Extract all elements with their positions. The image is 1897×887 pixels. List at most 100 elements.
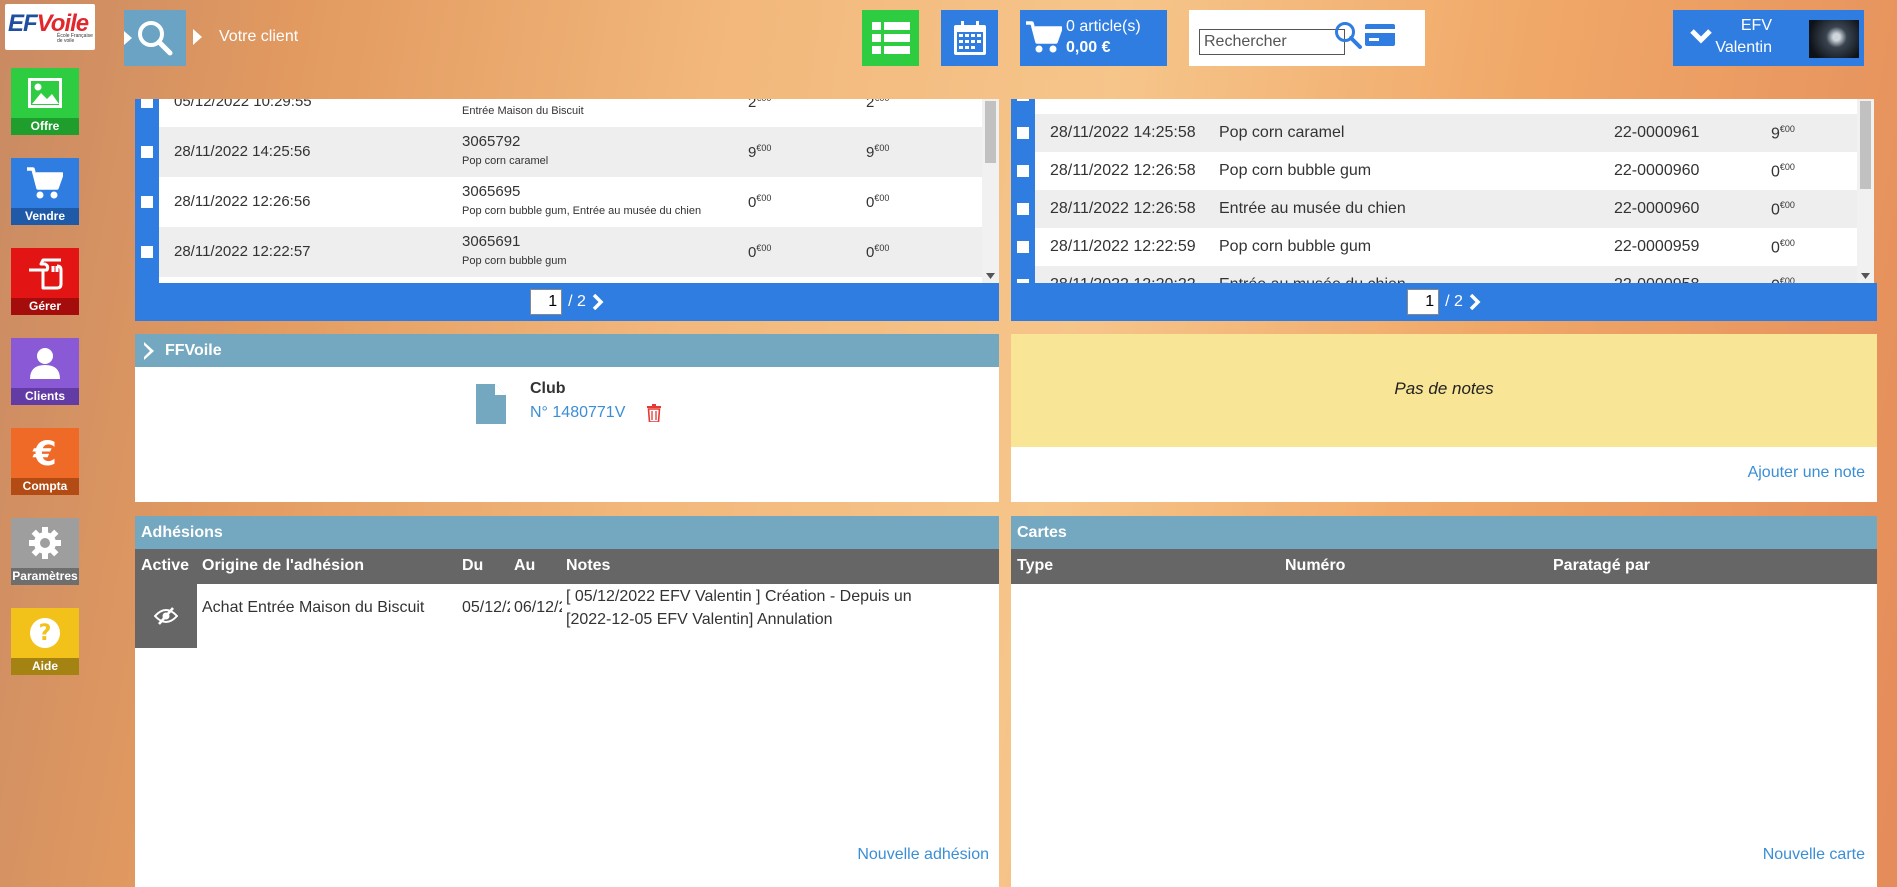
ticket-row[interactable]: 28/11/2022 12:26:58 Entrée au musée du ch… [1011,190,1857,228]
sidebar-item-vendre[interactable]: Vendre [11,158,79,225]
orders-page-input[interactable] [530,289,563,315]
row-checkbox[interactable] [1011,152,1035,190]
sidebar-item-offre[interactable]: Offre [11,68,79,135]
calendar-button[interactable] [941,10,998,66]
add-note-link[interactable]: Ajouter une note [1748,464,1865,482]
col-notes: Notes [566,557,611,574]
search-input[interactable] [1199,29,1345,55]
svg-text:€: € [32,436,57,470]
logo-subtitle: École Française de voile [57,33,93,44]
orders-page-total: / 2 [568,293,586,310]
sidebar-item-gérer[interactable]: Gérer [11,248,79,315]
row-checkbox[interactable] [135,99,159,127]
row-checkbox[interactable] [1011,99,1035,114]
tickets-page-input[interactable] [1407,289,1440,315]
row-checkbox[interactable] [1011,266,1035,283]
svg-text:?: ? [39,621,52,646]
orders-scrollbar[interactable] [982,99,999,283]
sidebar-item-label: Clients [11,388,79,405]
ticket-ref: 22-0000960 [1614,162,1700,179]
ticket-row[interactable]: 28/11/2022 14:25:58 Pop corn caramel 22-00… [1011,114,1857,152]
order-row[interactable]: 05/12/2022 10:29:55 Entrée Maison du Bisc… [135,99,982,127]
sidebar-item-label: Vendre [11,208,79,225]
sidebar-item-paramètres[interactable]: Paramètres [11,518,79,585]
breadcrumb-arrow-icon [193,29,202,45]
visibility-toggle[interactable] [135,584,197,648]
adhesion-note-1: [ 05/12/2022 EFV Valentin ] Création - D… [566,588,912,605]
license-number[interactable]: N° 1480771V [530,404,625,422]
order-detail: Pop corn caramel [462,155,549,167]
order-amount-paid: 0€00 [866,243,890,261]
row-checkbox[interactable] [1011,114,1035,152]
order-date: 28/11/2022 12:22:57 [174,243,311,260]
order-amount-paid: 2€00 [866,99,889,111]
adhesion-from: 05/12/2 [462,599,510,616]
search-icon[interactable] [1333,20,1363,50]
order-number: 3065695 [462,183,521,200]
calendar-icon [953,21,986,55]
tickets-scrollbar[interactable] [1857,99,1874,283]
ffvoile-title: FFVoile [165,342,222,359]
eye-slash-icon [154,607,178,625]
order-amount: 9€00 [748,143,772,161]
sidebar-item-label: Offre [11,118,79,135]
client-search-button[interactable] [124,10,186,66]
chevron-right-icon[interactable] [1469,294,1481,310]
sidebar-item-label: Aide [11,658,79,675]
ticket-ref: 22-0000961 [1614,124,1700,141]
tickets-page-total: / 2 [1445,293,1463,310]
sidebar-item-label: Paramètres [11,568,79,585]
ticket-row[interactable]: 28/11/2022 12:20:22 Entrée au musée du ch… [1011,266,1857,283]
ticket-ref: 22-0000959 [1614,238,1700,255]
row-checkbox[interactable] [135,177,159,227]
list-view-button[interactable] [862,10,919,66]
new-card-link[interactable]: Nouvelle carte [1763,846,1865,864]
order-detail: Entrée Maison du Biscuit [462,105,584,117]
sidebar-item-aide[interactable]: ? Aide [11,608,79,675]
row-checkbox[interactable] [135,227,159,277]
adhesions-panel: Adhésions Active Origine de l'adhésion D… [135,516,999,887]
global-search [1189,10,1425,66]
order-number: 3065792 [462,133,521,150]
tickets-list: 28/11/2022 14:25:58 Pop corn caramel 22-00… [1011,99,1857,283]
chevron-right-icon[interactable] [592,294,604,310]
cartes-header: Cartes [1011,516,1877,549]
ticket-ref: 22-0000958 [1614,276,1699,283]
app-logo[interactable]: EFVoile École Française de voile [5,4,95,50]
notes-panel: Pas de notes Ajouter une note [1011,334,1877,502]
row-checkbox[interactable] [135,127,159,177]
new-adhesion-link[interactable]: Nouvelle adhésion [857,846,989,864]
row-checkbox[interactable] [1011,228,1035,266]
sidebar-item-label: Gérer [11,298,79,315]
cart-button[interactable]: 0 article(s) 0,00 € [1020,10,1167,66]
order-row[interactable]: 28/11/2022 12:22:57 3065691 Pop corn bubbl… [135,227,982,277]
sidebar-item-label: Compta [11,478,79,495]
ffvoile-header[interactable]: FFVoile [135,334,999,367]
trash-icon[interactable] [647,404,661,422]
row-checkbox[interactable] [1011,190,1035,228]
ticket-date: 28/11/2022 12:20:22 [1050,276,1196,283]
order-date: 28/11/2022 12:26:56 [174,193,311,210]
ticket-amount: 0€00 [1771,162,1795,181]
adhesion-origin: Achat Entrée Maison du Biscuit [202,599,425,616]
order-amount-paid: 0€00 [866,193,890,211]
user-menu[interactable]: EFV Valentin [1673,10,1864,66]
breadcrumb[interactable]: Votre client [219,28,298,46]
sidebar-item-compta[interactable]: € Compta [11,428,79,495]
order-row[interactable]: 28/11/2022 14:25:56 3065792 Pop corn caram… [135,127,982,177]
order-row[interactable]: 28/11/2022 12:26:56 3065695 Pop corn bubbl… [135,177,982,227]
ticket-row[interactable]: 28/11/2022 12:22:59 Pop corn bubble gum 22… [1011,228,1857,266]
order-amount-paid: 9€00 [866,143,890,161]
ffvoile-panel: FFVoile Club N° 1480771V [135,334,999,502]
ticket-row[interactable]: 28/11/2022 12:26:58 Pop corn bubble gum 22… [1011,152,1857,190]
sidebar-item-clients[interactable]: Clients [11,338,79,405]
orders-panel: 05/12/2022 10:29:55 Entrée Maison du Bisc… [135,99,999,322]
credit-card-icon[interactable] [1365,24,1395,46]
ticket-row[interactable] [1011,99,1857,114]
avatar [1809,20,1859,58]
scroll-down-icon[interactable] [986,273,995,279]
scroll-down-icon[interactable] [1861,273,1870,279]
user-icon [11,338,79,388]
ticket-amount: 0€00 [1771,238,1795,257]
order-detail: Pop corn bubble gum [462,255,567,267]
